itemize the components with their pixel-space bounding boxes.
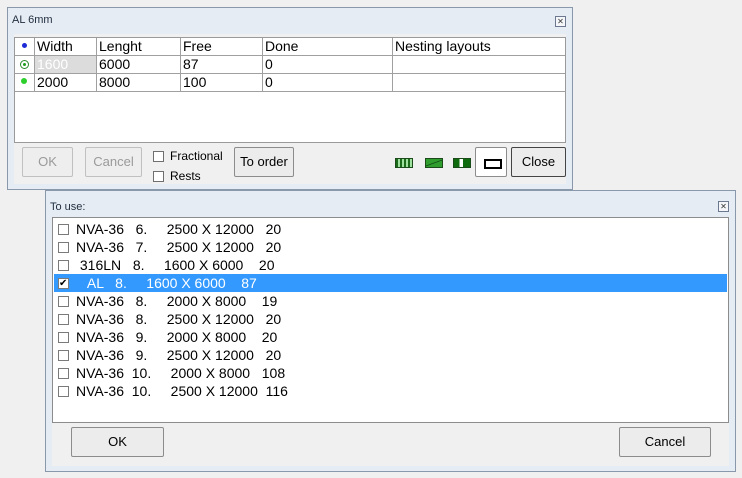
fractional-checkbox[interactable] — [153, 151, 164, 162]
rests-label: Rests — [170, 169, 201, 183]
close-icon[interactable]: ✕ — [555, 16, 566, 27]
nesting-window: AL 6mm ✕ Width Lenght Free Done Nesting … — [7, 7, 573, 190]
item-label: NVA-36 9. 2000 X 8000 20 — [76, 329, 278, 345]
item-checkbox[interactable] — [58, 275, 69, 293]
item-label: 316LN 8. 1600 X 6000 20 — [76, 257, 275, 273]
row2-done[interactable]: 0 — [263, 74, 393, 92]
close-button[interactable]: Close — [511, 147, 566, 177]
row1-free[interactable]: 87 — [181, 56, 263, 74]
green-dot-icon — [21, 78, 27, 84]
list-item-selected[interactable]: AL 8. 1600 X 6000 87 — [54, 274, 727, 293]
diagonal-cut-icon[interactable] — [425, 158, 443, 168]
row2-marker[interactable] — [15, 74, 35, 92]
list-item[interactable]: NVA-36 9. 2500 X 12000 20 — [54, 346, 727, 364]
title-bar[interactable]: AL 6mm ✕ — [8, 8, 572, 30]
rests-checkbox[interactable] — [153, 171, 164, 182]
item-label: NVA-36 10. 2000 X 8000 108 — [76, 365, 286, 381]
item-checkbox[interactable] — [58, 332, 69, 343]
item-label: NVA-36 6. 2500 X 12000 20 — [76, 221, 282, 237]
cancel-button[interactable]: Cancel — [619, 427, 711, 457]
col-done[interactable]: Done — [263, 38, 393, 56]
fractional-label: Fractional — [170, 149, 223, 163]
to-use-window: To use: ✕ NVA-36 6. 2500 X 12000 20 NVA-… — [45, 190, 736, 472]
window-client: NVA-36 6. 2500 X 12000 20 NVA-36 7. 2500… — [52, 217, 729, 466]
cancel-button[interactable]: Cancel — [85, 147, 142, 177]
item-label: NVA-36 10. 2500 X 12000 116 — [76, 383, 288, 399]
item-checkbox[interactable] — [58, 386, 69, 397]
row1-length[interactable]: 6000 — [97, 56, 181, 74]
row2-layouts[interactable] — [393, 74, 565, 92]
row1-done[interactable]: 0 — [263, 56, 393, 74]
item-checkbox[interactable] — [58, 242, 69, 253]
col-width[interactable]: Width — [35, 38, 97, 56]
col-length[interactable]: Lenght — [97, 38, 181, 56]
item-checkbox[interactable] — [58, 368, 69, 379]
strip-cut-icon[interactable] — [453, 158, 471, 168]
list-item[interactable]: 316LN 8. 1600 X 6000 20 — [54, 256, 727, 274]
window-client: Width Lenght Free Done Nesting layouts 1… — [14, 34, 566, 184]
sheet-grid: Width Lenght Free Done Nesting layouts 1… — [14, 37, 566, 143]
row2-width[interactable]: 2000 — [35, 74, 97, 92]
item-checkbox[interactable] — [58, 260, 69, 271]
list-item[interactable]: NVA-36 10. 2500 X 12000 116 — [54, 382, 727, 400]
item-checkbox[interactable] — [58, 296, 69, 307]
list-item[interactable]: NVA-36 6. 2500 X 12000 20 — [54, 220, 727, 238]
item-label: AL 8. 1600 X 6000 87 — [76, 275, 257, 291]
window-title: AL 6mm — [12, 14, 53, 26]
blue-dot-icon — [22, 43, 27, 48]
row1-width[interactable]: 1600 — [35, 56, 97, 74]
close-icon[interactable]: ✕ — [718, 201, 729, 212]
item-checkbox[interactable] — [58, 314, 69, 325]
to-order-button[interactable]: To order — [234, 147, 294, 177]
item-label: NVA-36 8. 2000 X 8000 19 — [76, 293, 278, 309]
col-nesting-layouts[interactable]: Nesting layouts — [393, 38, 565, 56]
item-label: NVA-36 7. 2500 X 12000 20 — [76, 239, 282, 255]
list-item[interactable]: NVA-36 9. 2000 X 8000 20 — [54, 328, 727, 346]
ok-button[interactable]: OK — [22, 147, 73, 177]
col-free[interactable]: Free — [181, 38, 263, 56]
item-label: NVA-36 9. 2500 X 12000 20 — [76, 347, 282, 363]
item-label: NVA-36 8. 2500 X 12000 20 — [76, 311, 282, 327]
list-item[interactable]: NVA-36 10. 2000 X 8000 108 — [54, 364, 727, 382]
grid-pattern-icon[interactable] — [395, 158, 413, 168]
list-item[interactable]: NVA-36 8. 2000 X 8000 19 — [54, 292, 727, 310]
row1-marker[interactable] — [15, 56, 35, 74]
ok-button[interactable]: OK — [71, 427, 164, 457]
item-checkbox[interactable] — [58, 350, 69, 361]
row1-layouts[interactable] — [393, 56, 565, 74]
row2-length[interactable]: 8000 — [97, 74, 181, 92]
list-item[interactable]: NVA-36 8. 2500 X 12000 20 — [54, 310, 727, 328]
material-list[interactable]: NVA-36 6. 2500 X 12000 20 NVA-36 7. 2500… — [52, 217, 729, 423]
row2-free[interactable]: 100 — [181, 74, 263, 92]
item-checkbox[interactable] — [58, 224, 69, 235]
header-marker — [15, 38, 35, 56]
title-bar[interactable]: To use: ✕ — [46, 191, 735, 213]
list-item[interactable]: NVA-36 7. 2500 X 12000 20 — [54, 238, 727, 256]
rectangle-icon — [484, 159, 502, 169]
window-title: To use: — [50, 201, 86, 213]
rectangle-tool-button[interactable] — [475, 147, 507, 177]
radio-selected-icon — [20, 60, 29, 69]
